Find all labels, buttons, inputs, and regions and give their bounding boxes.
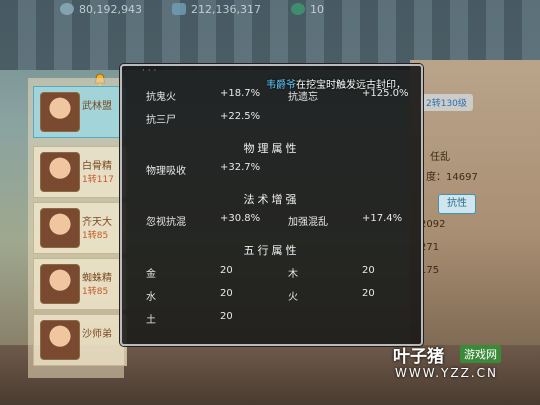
- currency-jade: 10: [290, 2, 324, 16]
- level-badge: 2转130级: [420, 94, 473, 111]
- resistance-button[interactable]: 抗性: [438, 194, 476, 214]
- attr-label: 抗鬼火: [146, 92, 176, 103]
- attr-value: +32.7%: [220, 162, 261, 173]
- watermark-sub: 游戏网: [460, 345, 501, 363]
- party-member-name: 白骨精: [82, 161, 112, 172]
- stat-label: 度：14697: [426, 172, 478, 183]
- notice-text: 在挖宝时触发远古封印，: [296, 80, 406, 91]
- attr-label: 抗三尸: [146, 115, 176, 126]
- element-label: 木: [288, 269, 298, 280]
- attr-label: 物理吸收: [146, 166, 186, 177]
- avatar: [40, 264, 80, 304]
- element-label: 火: [288, 292, 298, 303]
- attr-label: 加强混乱: [288, 217, 328, 228]
- element-label: 水: [146, 292, 156, 303]
- attr-value: +30.8%: [220, 213, 261, 224]
- element-value: 20: [220, 265, 233, 276]
- party-member-name: 齐天大: [82, 217, 112, 228]
- element-value: 20: [220, 311, 233, 322]
- party-member-name: 沙师弟: [82, 329, 112, 340]
- attr-value: +17.4%: [362, 213, 403, 224]
- section-title-physical: 物理属性: [243, 142, 300, 155]
- party-member-5[interactable]: 沙师弟: [33, 314, 127, 366]
- currency-silver: 80,192,943: [60, 3, 142, 16]
- party-member-3[interactable]: 齐天大 1转85: [33, 202, 127, 254]
- watermark-brand: 叶子猪: [393, 347, 444, 367]
- attr-value: +18.7%: [220, 88, 261, 99]
- party-member-name: 武林盟: [82, 101, 112, 112]
- tooltip-faded-top: · · ·: [142, 66, 157, 76]
- element-label: 土: [146, 315, 156, 326]
- notice-player-name: 韦爵爷: [266, 80, 296, 91]
- element-value: 20: [362, 288, 375, 299]
- party-member-name: 蜘蛛精: [82, 273, 112, 284]
- party-member-level: 1转117: [82, 175, 114, 185]
- system-notice: 韦爵爷在挖宝时触发远古封印，: [266, 76, 406, 91]
- silver-coin-icon: [60, 3, 74, 15]
- section-title-elements: 五行属性: [243, 244, 300, 257]
- avatar: [40, 152, 80, 192]
- currency-bar: 80,192,943 212,136,317 10: [60, 0, 324, 18]
- stat-value-1: 2092: [420, 219, 446, 230]
- element-label: 金: [146, 269, 156, 280]
- jade-icon: [290, 3, 305, 15]
- party-member-level: 1转85: [82, 287, 109, 297]
- ingot-icon: [171, 3, 186, 15]
- section-title-magic: 法术增强: [243, 193, 300, 206]
- attr-label: 忽视抗混: [146, 217, 186, 228]
- currency-gold-value: 212,136,317: [190, 2, 261, 16]
- avatar: [40, 92, 80, 132]
- element-value: 20: [220, 288, 233, 299]
- party-member-2[interactable]: 白骨精 1转117: [33, 146, 127, 198]
- avatar: [40, 208, 80, 248]
- party-member-level: 1转85: [82, 231, 109, 241]
- watermark: 叶子猪 游戏网 WWW.YZZ.CN: [393, 342, 523, 382]
- avatar: [40, 320, 80, 360]
- party-panel: 武林盟 白骨精 1转117 齐天大 1转85 蜘蛛精 1转85 沙师弟: [28, 78, 127, 378]
- status-text: 任乱: [430, 152, 450, 163]
- party-member-4[interactable]: 蜘蛛精 1转85: [33, 258, 127, 310]
- attr-value: +22.5%: [220, 111, 261, 122]
- currency-jade-value: 10: [309, 2, 324, 16]
- currency-gold: 212,136,317: [171, 2, 261, 16]
- currency-silver-value: 80,192,943: [79, 2, 142, 16]
- element-value: 20: [362, 265, 375, 276]
- attribute-tooltip: · · · 抗鬼火 +18.7% 抗遗忘 +125.0% 抗三尸 +22.5% …: [120, 64, 423, 346]
- watermark-url: WWW.YZZ.CN: [395, 366, 498, 380]
- party-member-1[interactable]: 武林盟: [33, 86, 127, 138]
